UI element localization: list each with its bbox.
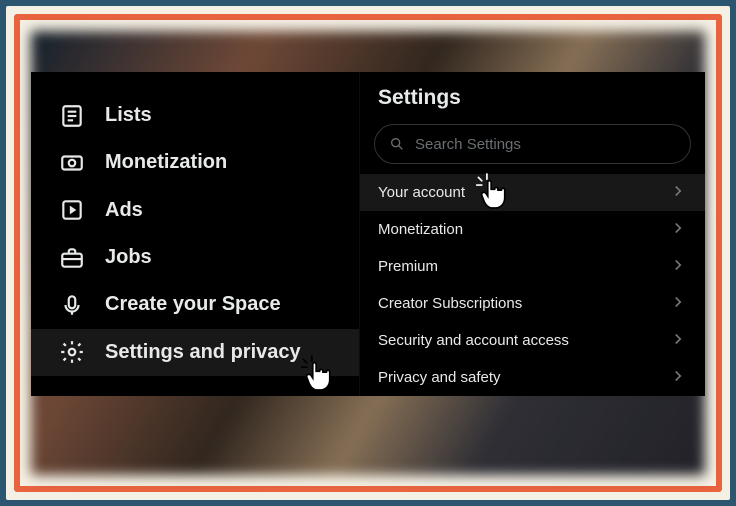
sidebar-item-label: Create your Space — [105, 293, 281, 316]
sidebar-item-monetization[interactable]: Monetization — [31, 139, 359, 186]
lists-icon — [59, 103, 85, 129]
search-input[interactable]: Search Settings — [374, 124, 691, 164]
settings-row-security-access[interactable]: Security and account access — [360, 322, 705, 359]
settings-panel: Settings Search Settings Your account Mo… — [359, 72, 705, 396]
chevron-right-icon — [669, 293, 687, 315]
settings-row-monetization[interactable]: Monetization — [360, 211, 705, 248]
settings-row-privacy-safety[interactable]: Privacy and safety — [360, 359, 705, 396]
sidebar-item-label: Monetization — [105, 151, 227, 174]
settings-row-label: Your account — [378, 184, 465, 201]
chevron-right-icon — [669, 256, 687, 278]
search-placeholder: Search Settings — [415, 136, 521, 153]
sidebar: Lists Monetization Ads Jobs — [31, 72, 359, 396]
app-window: Lists Monetization Ads Jobs — [31, 72, 705, 396]
ads-icon — [59, 197, 85, 223]
monetization-icon — [59, 150, 85, 176]
sidebar-item-label: Ads — [105, 199, 143, 222]
sidebar-item-settings-privacy[interactable]: Settings and privacy — [31, 329, 359, 376]
settings-row-label: Privacy and safety — [378, 369, 501, 386]
settings-row-label: Security and account access — [378, 332, 569, 349]
space-icon — [59, 292, 85, 318]
chevron-right-icon — [669, 367, 687, 389]
sidebar-item-label: Jobs — [105, 246, 152, 269]
page-title: Settings — [360, 72, 705, 124]
gear-icon — [59, 339, 85, 365]
sidebar-item-create-space[interactable]: Create your Space — [31, 281, 359, 328]
sidebar-item-ads[interactable]: Ads — [31, 187, 359, 234]
settings-row-your-account[interactable]: Your account — [360, 174, 705, 211]
chevron-right-icon — [669, 219, 687, 241]
settings-row-label: Creator Subscriptions — [378, 295, 522, 312]
sidebar-item-lists[interactable]: Lists — [31, 92, 359, 139]
chevron-right-icon — [669, 182, 687, 204]
settings-row-premium[interactable]: Premium — [360, 248, 705, 285]
sidebar-item-label: Lists — [105, 104, 152, 127]
settings-row-label: Premium — [378, 258, 438, 275]
settings-row-label: Monetization — [378, 221, 463, 238]
jobs-icon — [59, 245, 85, 271]
sidebar-item-label: Settings and privacy — [105, 341, 301, 364]
settings-row-creator-subscriptions[interactable]: Creator Subscriptions — [360, 285, 705, 322]
sidebar-item-jobs[interactable]: Jobs — [31, 234, 359, 281]
chevron-right-icon — [669, 330, 687, 352]
